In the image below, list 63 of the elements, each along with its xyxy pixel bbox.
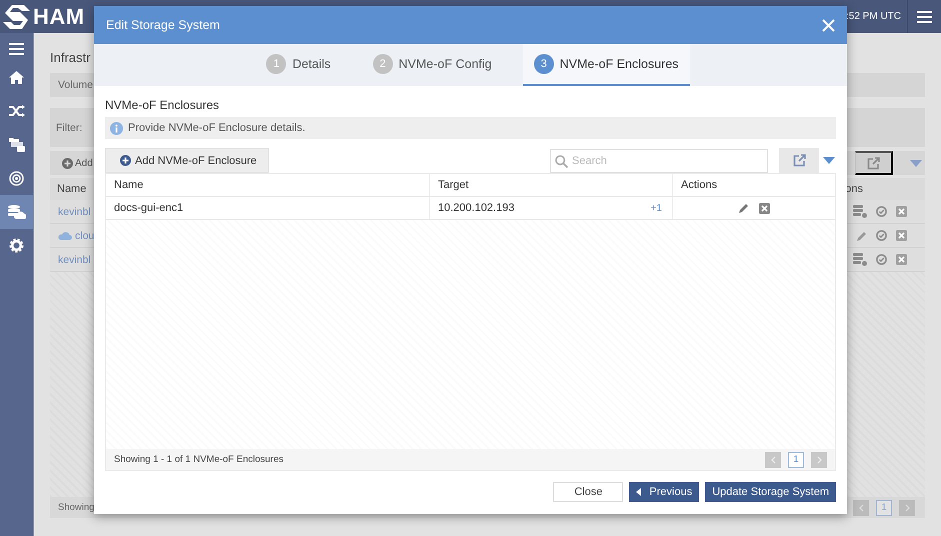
chevron-right-icon (904, 504, 910, 512)
dropdown-caret-icon[interactable] (823, 157, 835, 164)
logo-text: HAM (33, 4, 85, 30)
export-icon (867, 156, 880, 170)
close-icon[interactable] (822, 18, 835, 32)
previous-button[interactable]: Previous (629, 482, 700, 502)
column-header: Target (430, 174, 673, 196)
dialog-title: Edit Storage System (106, 18, 220, 32)
info-text: Provide NVMe-oF Enclosure details. (128, 122, 306, 134)
add-enclosure-button[interactable]: Add NVMe-oF Enclosure (105, 148, 269, 173)
pencil-icon[interactable] (857, 230, 867, 240)
view-tab[interactable]: Volume (58, 79, 94, 91)
plus-circle-icon (120, 155, 131, 166)
page-number[interactable]: 1 (788, 452, 804, 468)
storage-settings-icon[interactable] (853, 205, 867, 218)
step-tab[interactable]: 2 NVMe-oF Config (362, 44, 503, 86)
more-targets-link[interactable]: +1 (650, 202, 662, 214)
delete-icon[interactable] (896, 206, 907, 217)
delete-icon[interactable] (758, 202, 770, 214)
storage-cloud-icon[interactable] (8, 205, 26, 220)
pencil-icon[interactable] (738, 203, 748, 213)
logo-icon (3, 4, 30, 28)
info-icon (110, 122, 123, 134)
close-button[interactable]: Close (553, 482, 624, 502)
plus-circle-icon (62, 158, 73, 168)
check-circle-icon[interactable] (876, 206, 887, 217)
footer-text: Showing (58, 502, 94, 513)
export-icon (792, 154, 806, 167)
search-field[interactable]: Search (550, 148, 768, 172)
check-circle-icon[interactable] (876, 230, 887, 241)
add-button[interactable]: Add (62, 158, 93, 168)
column-header: Name (106, 174, 430, 196)
step-tab[interactable]: 1 Details (255, 44, 342, 86)
home-icon[interactable] (9, 71, 24, 84)
column-header: Name (57, 183, 86, 195)
clock-text: :52 PM UTC (846, 11, 901, 22)
export-button[interactable] (855, 151, 893, 175)
chevron-left-icon (858, 504, 864, 512)
table-cell: docs-gui-enc1 (106, 197, 430, 219)
cloud-icon (58, 231, 72, 240)
caret-left-icon (636, 488, 642, 496)
page-title: Infrastr (50, 48, 90, 66)
table-cell: 10.200.102.193 (438, 202, 514, 214)
folders-icon[interactable] (8, 137, 24, 152)
sidebar-item[interactable] (0, 195, 33, 229)
shuffle-icon[interactable] (8, 105, 24, 118)
chevron-right-icon (816, 456, 822, 464)
column-header: Actions (680, 178, 718, 193)
check-circle-icon[interactable] (876, 254, 887, 265)
menu-icon[interactable] (917, 10, 932, 22)
storage-settings-icon[interactable] (853, 253, 867, 266)
delete-icon[interactable] (896, 254, 907, 265)
step-tab[interactable]: 3 NVMe-oF Enclosures (522, 44, 690, 86)
filter-label: Filter: (56, 122, 82, 134)
settings-icon[interactable] (9, 238, 24, 254)
target-icon[interactable] (9, 171, 24, 186)
chevron-left-icon (770, 456, 776, 464)
update-button[interactable]: Update Storage System (705, 482, 836, 502)
section-title: NVMe-oF Enclosures (105, 98, 220, 112)
delete-icon[interactable] (896, 230, 907, 241)
menu-icon[interactable] (9, 43, 24, 55)
footer-text: Showing 1 - 1 of 1 NVMe-oF Enclosures (114, 454, 284, 465)
dropdown-caret-icon[interactable] (910, 160, 922, 166)
